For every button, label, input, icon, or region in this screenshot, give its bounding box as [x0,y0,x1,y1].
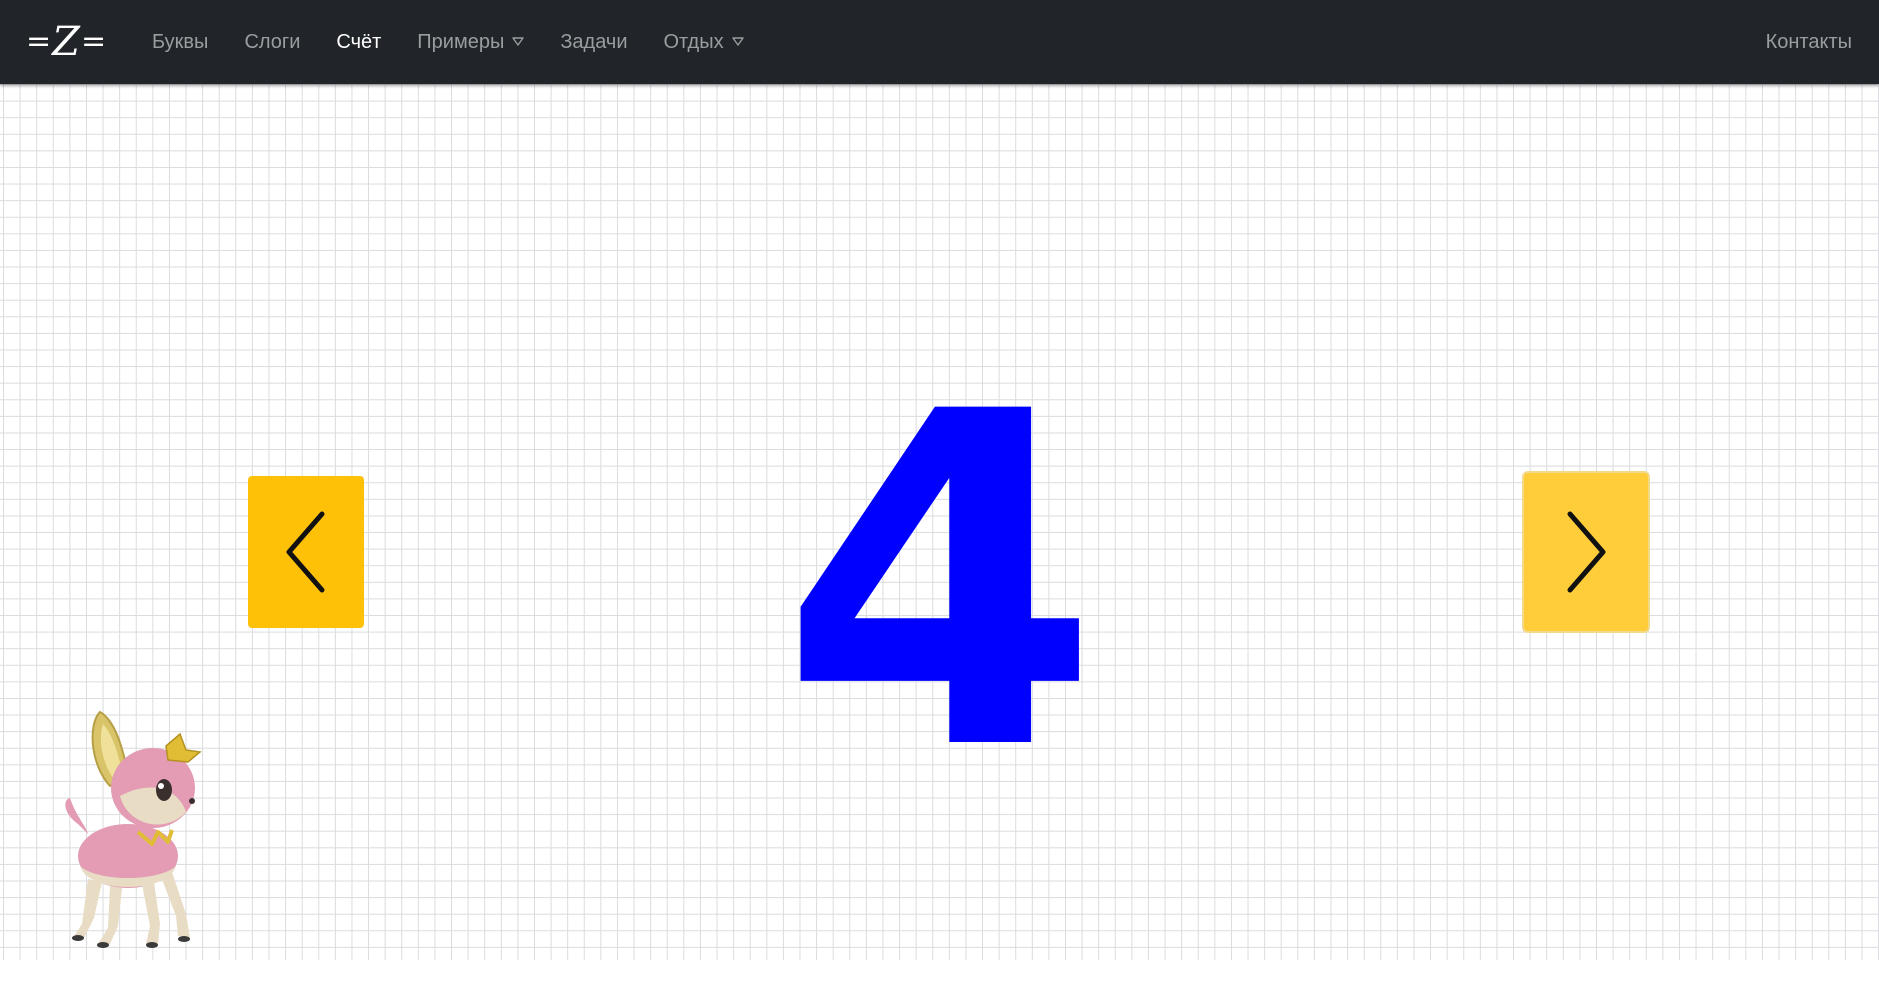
nav-item-label: Отдых [663,30,724,53]
grid-paper-area: 4 [0,84,1879,960]
nav-item-examples-dropdown[interactable]: Примеры [417,30,525,54]
nav-item-syllables[interactable]: Слоги [244,31,300,54]
nav-menu: Буквы Слоги Счёт Примеры Задачи Отдых [152,0,780,84]
nav-item-label: Контакты [1765,30,1852,53]
nav-right: Контакты [1766,0,1852,84]
nav-item-label: Счёт [336,30,382,53]
next-number-button[interactable] [1524,473,1648,631]
nav-item-label: Буквы [152,30,209,53]
chevron-left-icon [286,511,325,593]
caret-down-icon [731,37,744,46]
nav-item-letters[interactable]: Буквы [152,31,208,54]
chevron-right-icon [1567,511,1606,593]
nav-item-rest-dropdown[interactable]: Отдых [664,31,744,54]
site-logo[interactable]: =Z= [26,18,107,66]
nav-item-label: Задачи [560,30,628,53]
caret-down-icon [512,37,525,46]
nav-item-label: Слоги [244,30,301,53]
nav-item-contacts[interactable]: Контакты [1766,31,1852,54]
nav-item-label: Примеры [417,30,505,53]
current-number: 4 [779,316,1101,851]
nav-item-tasks[interactable]: Задачи [560,31,627,54]
nav-item-counting[interactable]: Счёт [336,31,381,54]
top-navbar: =Z= Буквы Слоги Счёт Примеры Задачи Отды… [0,0,1879,84]
fawn-mascot-image [65,710,202,948]
previous-number-button[interactable] [248,476,364,628]
